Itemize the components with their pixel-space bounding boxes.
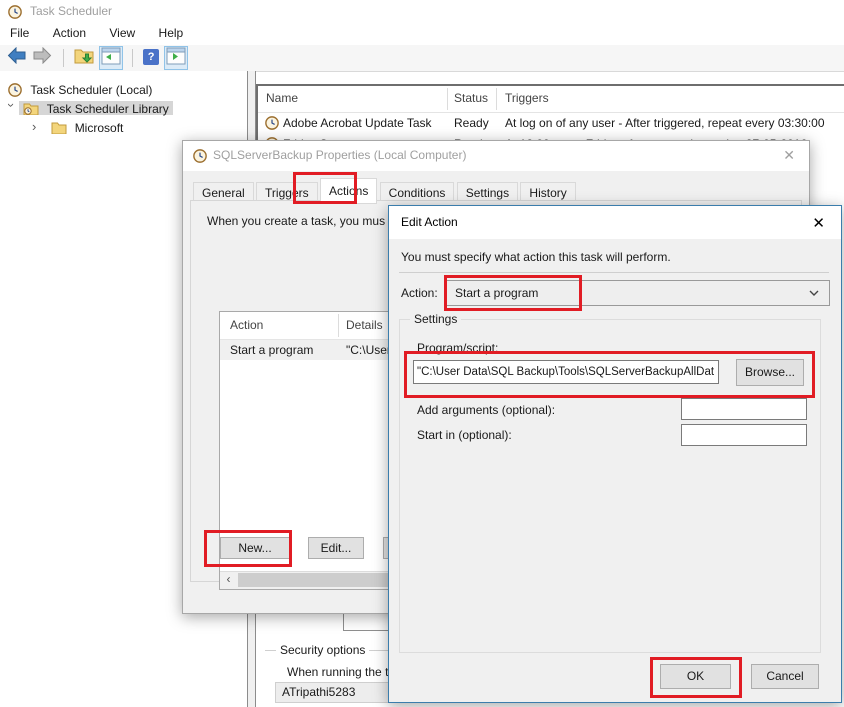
toolbar-separator: [132, 49, 133, 67]
column-divider[interactable]: [447, 88, 448, 110]
folder-clock-icon: [23, 102, 39, 115]
dialog-clock-icon: [193, 149, 207, 163]
annotation-box-ok-button: [650, 657, 742, 698]
task-status: Ready: [454, 113, 489, 134]
import-task-icon[interactable]: [72, 46, 96, 70]
window-titlebar: Task Scheduler: [0, 0, 844, 22]
actions-intro-text: When you create a task, you mus: [207, 214, 385, 228]
start-in-label: Start in (optional):: [417, 428, 512, 442]
column-divider[interactable]: [338, 314, 339, 337]
task-name: Adobe Acrobat Update Task: [283, 113, 432, 134]
task-triggers: At log on of any user - After triggered,…: [505, 113, 825, 134]
help-icon[interactable]: ?: [141, 46, 161, 70]
details-column-header[interactable]: Details: [346, 318, 383, 332]
toolbar-separator: [63, 49, 64, 67]
annotation-box-actions-tab: [293, 172, 357, 204]
action-label: Action:: [401, 286, 438, 300]
edit-action-message: You must specify what action this task w…: [401, 250, 671, 264]
security-options-label: Security options: [276, 643, 369, 657]
menu-view[interactable]: View: [99, 22, 145, 40]
menu-file[interactable]: File: [0, 22, 39, 40]
forward-button[interactable]: [31, 46, 54, 70]
when-running-label: When running the ta: [287, 665, 395, 679]
menu-help[interactable]: Help: [149, 22, 194, 40]
close-icon[interactable]: ✕: [783, 147, 795, 164]
window-title: Task Scheduler: [30, 4, 112, 18]
chevron-collapsed-icon[interactable]: ›: [32, 118, 42, 136]
add-arguments-label: Add arguments (optional):: [417, 403, 555, 417]
folder-icon: [51, 121, 67, 134]
tree-item-microsoft[interactable]: › Microsoft: [32, 118, 123, 136]
actions-column-header[interactable]: Action: [230, 318, 263, 332]
scroll-left-icon[interactable]: ‹: [220, 572, 237, 588]
task-row[interactable]: Adobe Acrobat Update Task Ready At log o…: [258, 113, 844, 134]
clock-icon: [8, 83, 22, 97]
action-cell: Start a program: [230, 340, 313, 360]
edit-button[interactable]: Edit...: [308, 537, 364, 559]
edit-action-titlebar[interactable]: Edit Action ✕: [389, 206, 841, 239]
start-in-input[interactable]: [681, 424, 807, 446]
task-list-header: Name Status Triggers: [258, 86, 844, 113]
column-header-status[interactable]: Status: [454, 91, 488, 105]
annotation-box-program-script: [404, 351, 815, 398]
tree-item-task-scheduler-local[interactable]: Task Scheduler (Local): [8, 80, 152, 98]
background-tab-fragment: [343, 612, 390, 631]
settings-group-label: Settings: [410, 312, 461, 326]
annotation-box-action-combobox: [444, 275, 582, 311]
separator-line: [399, 272, 829, 273]
app-clock-icon: [8, 5, 22, 19]
menu-bar: File Action View Help: [0, 22, 844, 45]
column-header-triggers[interactable]: Triggers: [505, 91, 549, 105]
properties-dialog-titlebar[interactable]: SQLServerBackup Properties (Local Comput…: [183, 141, 809, 171]
menu-action[interactable]: Action: [43, 22, 96, 40]
selected-tree-label: Task Scheduler Library: [19, 101, 172, 115]
show-console-tree-icon[interactable]: [99, 46, 123, 70]
column-divider[interactable]: [496, 88, 497, 110]
back-button[interactable]: [5, 46, 28, 70]
column-header-name[interactable]: Name: [266, 91, 298, 105]
toolbar: ?: [0, 45, 844, 72]
chevron-down-icon: [809, 290, 819, 296]
chevron-expanded-icon[interactable]: ›: [2, 103, 20, 113]
tree-item-task-scheduler-library[interactable]: › Task Scheduler Library: [6, 99, 173, 117]
properties-dialog-title: SQLServerBackup Properties (Local Comput…: [213, 148, 466, 162]
cancel-button[interactable]: Cancel: [751, 664, 819, 689]
edit-action-title: Edit Action: [401, 215, 458, 229]
show-action-pane-icon[interactable]: [164, 46, 188, 70]
task-clock-icon: [265, 116, 279, 130]
close-icon[interactable]: ✕: [812, 214, 825, 232]
annotation-box-new-button: [204, 530, 292, 567]
add-arguments-input[interactable]: [681, 398, 807, 420]
